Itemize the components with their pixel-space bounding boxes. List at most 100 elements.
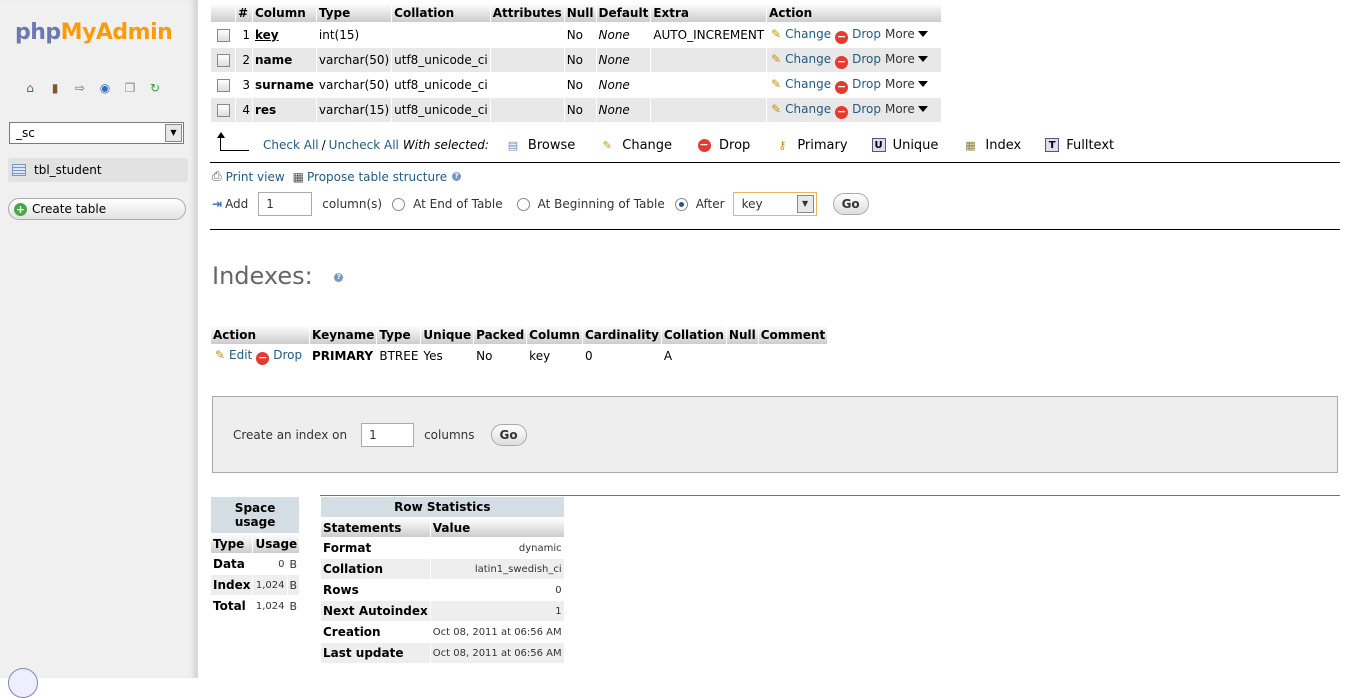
header-type: Type	[316, 3, 392, 22]
chevron-down-icon[interactable]: ▼	[165, 124, 182, 142]
drop-icon: −	[835, 29, 849, 44]
table-row: Next Autoindex 1	[321, 601, 564, 621]
row-checkbox[interactable]	[216, 29, 230, 42]
pencil-icon: ✎	[214, 347, 226, 362]
header-usage: Usage	[253, 534, 300, 553]
edit-index-link[interactable]: Edit	[229, 348, 252, 362]
stat-label: Rows	[321, 580, 430, 600]
drop-icon: −	[256, 350, 270, 365]
header-null: Null	[726, 325, 758, 344]
key-icon: ⚷	[778, 138, 787, 152]
database-select[interactable]: _sc ▼	[9, 122, 184, 144]
space-usage-table: Space usage Type Usage Data 0 B Index 1,…	[210, 496, 300, 617]
home-icon[interactable]: ⌂	[22, 80, 38, 96]
query-window-icon[interactable]: ⇨	[72, 80, 88, 96]
chevron-down-icon[interactable]	[917, 30, 928, 37]
stat-label: Next Autoindex	[321, 601, 430, 621]
after-column-select[interactable]: key ▼	[732, 192, 817, 216]
at-beginning-radio[interactable]	[516, 197, 530, 211]
header-extra: Extra	[651, 3, 767, 22]
print-view-link[interactable]: Print view	[226, 170, 285, 184]
column-null: No	[564, 73, 596, 97]
column-extra: AUTO_INCREMENT	[651, 23, 767, 47]
header-attributes: Attributes	[490, 3, 564, 22]
index-button[interactable]: ▦ Index	[962, 137, 1021, 153]
index-actions: ✎ Edit − Drop	[211, 345, 309, 367]
table-row: Format dynamic	[321, 538, 564, 558]
logout-icon[interactable]: ▮	[47, 80, 63, 96]
more-menu[interactable]: More	[885, 102, 915, 116]
more-menu[interactable]: More	[885, 27, 915, 41]
change-link[interactable]: Change	[785, 77, 831, 91]
add-column-count-input[interactable]: 1	[258, 192, 313, 216]
column-collation	[392, 23, 490, 47]
add-column-go-button[interactable]: Go	[832, 193, 869, 215]
drop-button[interactable]: − Drop	[696, 137, 750, 153]
chevron-down-icon[interactable]	[917, 105, 928, 112]
documentation-icon[interactable]: ◉	[97, 80, 113, 96]
drop-icon: −	[835, 104, 849, 119]
change-link[interactable]: Change	[785, 52, 831, 66]
more-menu[interactable]: More	[885, 77, 915, 91]
column-name: name	[253, 48, 316, 72]
change-button[interactable]: ✎ Change	[599, 137, 672, 153]
row-number: 3	[236, 73, 252, 97]
at-end-radio[interactable]	[392, 197, 406, 211]
drop-link[interactable]: Drop	[852, 27, 881, 41]
drop-link[interactable]: Drop	[852, 77, 881, 91]
structure-header-row: # Column Type Collation Attributes Null …	[211, 3, 942, 22]
create-table-button[interactable]: + Create table	[8, 198, 186, 220]
index-unique: Yes	[421, 345, 474, 367]
row-checkbox[interactable]	[216, 54, 230, 67]
header-collation: Collation	[392, 3, 490, 22]
after-label: After	[695, 197, 725, 211]
change-link[interactable]: Change	[785, 102, 831, 116]
change-link[interactable]: Change	[785, 27, 831, 41]
drop-icon: −	[697, 137, 711, 152]
index-cardinality: 0	[582, 345, 661, 367]
row-number: 2	[236, 48, 252, 72]
drop-link[interactable]: Drop	[852, 52, 881, 66]
header-cardinality: Cardinality	[582, 325, 661, 344]
more-menu[interactable]: More	[885, 52, 915, 66]
indexes-title: Indexes: ?	[212, 262, 344, 290]
drop-link[interactable]: Drop	[852, 102, 881, 116]
propose-structure-link[interactable]: Propose table structure	[307, 170, 447, 184]
sidebar-item-tbl-student[interactable]: tbl_student	[8, 158, 188, 182]
column-name: key	[253, 23, 316, 47]
help-icon[interactable]: ?	[334, 272, 344, 282]
sidebar-bottom-icon	[8, 668, 38, 698]
create-index-go-button[interactable]: Go	[490, 423, 527, 446]
row-checkbox[interactable]	[216, 79, 230, 92]
column-type: varchar(50)	[316, 73, 392, 97]
column-name: res	[253, 98, 316, 122]
unique-button[interactable]: U Unique	[871, 138, 938, 153]
fulltext-button[interactable]: T Fulltext	[1045, 138, 1114, 153]
chevron-down-icon[interactable]	[917, 55, 928, 62]
add-label: Add	[225, 197, 249, 211]
chevron-down-icon[interactable]: ▼	[796, 195, 814, 213]
after-radio[interactable]	[674, 197, 688, 211]
header-action: Action	[211, 325, 309, 344]
row-checkbox[interactable]	[216, 104, 230, 117]
create-index-count-input[interactable]: 1	[361, 422, 415, 447]
chevron-down-icon[interactable]	[917, 80, 928, 87]
primary-button[interactable]: ⚷ Primary	[774, 137, 847, 153]
reload-icon[interactable]: ↻	[147, 80, 163, 96]
copy-icon[interactable]: ❐	[122, 80, 138, 96]
header-statements: Statements	[321, 518, 430, 537]
with-selected-bar: Check All / Uncheck All With selected: ▤…	[217, 131, 1138, 156]
browse-button[interactable]: ▤ Browse	[505, 137, 576, 153]
check-all-link[interactable]: Check All	[263, 138, 319, 152]
help-icon[interactable]: ?	[452, 172, 462, 181]
row-stats-header-row: Statements Value	[321, 518, 564, 537]
drop-index-link[interactable]: Drop	[273, 348, 302, 362]
column-collation: utf8_unicode_ci	[392, 98, 490, 122]
row-number: 1	[236, 23, 252, 47]
row-actions: ✎ Change − Drop More	[767, 48, 942, 72]
usage-value: 1,024	[253, 596, 287, 616]
row-number: 4	[236, 98, 252, 122]
phpmyadmin-logo[interactable]: phpMyAdmin	[15, 20, 173, 45]
columns-label: columns	[424, 427, 475, 442]
uncheck-all-link[interactable]: Uncheck All	[329, 138, 399, 152]
